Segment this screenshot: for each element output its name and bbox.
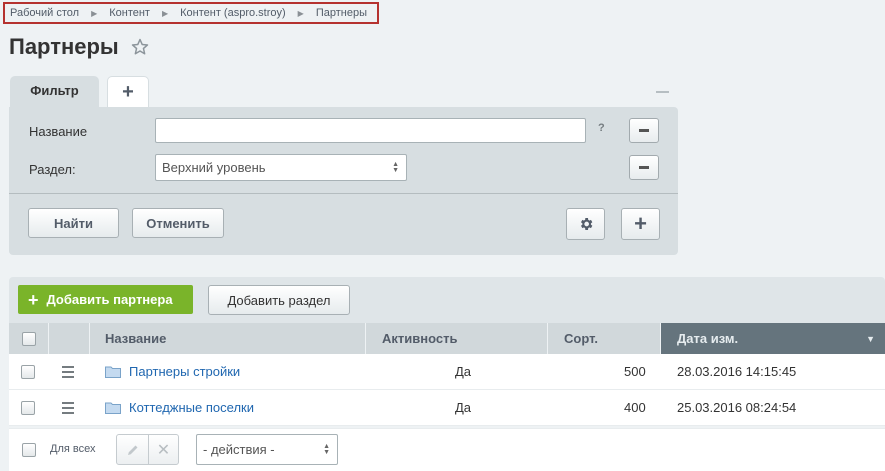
breadcrumb-content-aspro[interactable]: Контент (aspro.stroy) bbox=[180, 7, 286, 19]
find-button[interactable]: Найти bbox=[28, 208, 119, 238]
actions-select-value: - действия - bbox=[203, 442, 275, 457]
table-row[interactable]: Коттеджные поселки Да 400 25.03.2016 08:… bbox=[9, 390, 885, 426]
filter-divider bbox=[9, 193, 678, 194]
folder-icon bbox=[105, 402, 121, 414]
tab-filter[interactable]: Фильтр bbox=[10, 76, 99, 108]
add-partner-button[interactable]: + Добавить партнера bbox=[18, 285, 193, 314]
row-date: 25.03.2016 08:24:54 bbox=[677, 400, 797, 415]
minus-icon bbox=[639, 166, 649, 169]
actions-column-header bbox=[49, 323, 90, 354]
breadcrumb-separator-icon: ▶ bbox=[91, 8, 98, 18]
edit-button[interactable] bbox=[116, 434, 149, 465]
breadcrumb-partners[interactable]: Партнеры bbox=[316, 7, 367, 19]
row-checkbox-cell bbox=[21, 354, 35, 389]
for-all-checkbox-wrap bbox=[22, 443, 36, 457]
remove-section-field-button[interactable] bbox=[629, 155, 659, 180]
row-menu-cell bbox=[62, 390, 74, 425]
select-all-checkbox-cell bbox=[9, 323, 49, 354]
select-all-checkbox[interactable] bbox=[21, 331, 36, 346]
column-header-activity[interactable]: Активность bbox=[366, 323, 548, 354]
section-select-value: Верхний уровень bbox=[162, 160, 266, 175]
actions-select[interactable]: - действия - ▲ ▼ bbox=[196, 434, 338, 465]
row-date: 28.03.2016 14:15:45 bbox=[677, 364, 797, 379]
filter-settings-button[interactable] bbox=[566, 208, 605, 240]
name-field-label: Название bbox=[29, 124, 88, 139]
gear-icon bbox=[580, 218, 592, 230]
column-header-name[interactable]: Название bbox=[90, 323, 366, 354]
close-icon: ✕ bbox=[156, 441, 171, 459]
breadcrumb: Рабочий стол ▶ Контент ▶ Контент (aspro.… bbox=[3, 2, 379, 24]
list-toolbar: + Добавить партнера Добавить раздел bbox=[9, 277, 885, 323]
row-name-cell: Партнеры стройки bbox=[105, 354, 240, 389]
folder-icon bbox=[105, 366, 121, 378]
plus-icon: + bbox=[28, 289, 39, 310]
select-arrows-icon: ▲ ▼ bbox=[323, 442, 330, 456]
row-checkbox-cell bbox=[21, 390, 35, 425]
remove-name-field-button[interactable] bbox=[629, 118, 659, 143]
delete-button[interactable]: ✕ bbox=[148, 434, 179, 465]
hamburger-menu-icon[interactable] bbox=[62, 365, 74, 378]
add-partner-label: Добавить партнера bbox=[46, 292, 173, 307]
row-sort: 400 bbox=[624, 400, 646, 415]
row-name-cell: Коттеджные поселки bbox=[105, 390, 254, 425]
add-section-button[interactable]: Добавить раздел bbox=[208, 285, 350, 315]
row-checkbox[interactable] bbox=[21, 364, 35, 379]
page-title-row: Партнеры bbox=[9, 34, 149, 60]
row-activity: Да bbox=[455, 400, 472, 415]
hamburger-menu-icon[interactable] bbox=[62, 401, 74, 414]
page-title: Партнеры bbox=[9, 34, 119, 59]
section-field-label: Раздел: bbox=[29, 162, 76, 177]
cancel-button[interactable]: Отменить bbox=[132, 208, 224, 238]
for-all-checkbox[interactable] bbox=[22, 443, 36, 457]
star-icon[interactable] bbox=[131, 38, 149, 56]
breadcrumb-separator-icon: ▶ bbox=[161, 8, 169, 18]
table-footer: Для всех ✕ - действия - ▲ ▼ bbox=[9, 428, 885, 471]
breadcrumb-content[interactable]: Контент bbox=[109, 7, 150, 19]
collapse-filter-icon[interactable] bbox=[656, 91, 669, 93]
breadcrumb-desktop[interactable]: Рабочий стол bbox=[10, 7, 79, 19]
row-sort: 500 bbox=[624, 364, 646, 379]
table-row[interactable]: Партнеры стройки Да 500 28.03.2016 14:15… bbox=[9, 354, 885, 390]
minus-icon bbox=[639, 129, 649, 132]
table-header: Название Активность Сорт. Дата изм. ▼ bbox=[9, 323, 885, 354]
add-filter-button[interactable]: + bbox=[621, 208, 660, 240]
name-input[interactable] bbox=[155, 118, 586, 143]
pencil-icon bbox=[127, 445, 137, 455]
help-icon[interactable]: ? bbox=[598, 122, 605, 134]
row-activity: Да bbox=[455, 364, 472, 379]
breadcrumb-separator-icon: ▶ bbox=[297, 8, 304, 18]
row-name-link[interactable]: Коттеджные поселки bbox=[129, 400, 254, 415]
column-header-date-label: Дата изм. bbox=[677, 331, 739, 346]
row-menu-cell bbox=[62, 354, 74, 389]
partners-table: Название Активность Сорт. Дата изм. ▼ Па… bbox=[9, 323, 885, 426]
row-name-link[interactable]: Партнеры стройки bbox=[129, 364, 240, 379]
add-filter-tab-button[interactable]: + bbox=[107, 76, 149, 108]
filter-panel: Название ? Раздел: Верхний уровень ▲ ▼ На… bbox=[9, 107, 678, 255]
select-arrows-icon: ▲ ▼ bbox=[392, 160, 399, 174]
for-all-label: Для всех bbox=[50, 443, 96, 455]
section-select[interactable]: Верхний уровень ▲ ▼ bbox=[155, 154, 407, 181]
row-checkbox[interactable] bbox=[21, 400, 35, 415]
sort-desc-icon: ▼ bbox=[866, 333, 875, 344]
column-header-date[interactable]: Дата изм. ▼ bbox=[661, 323, 885, 354]
column-header-sort[interactable]: Сорт. bbox=[548, 323, 661, 354]
